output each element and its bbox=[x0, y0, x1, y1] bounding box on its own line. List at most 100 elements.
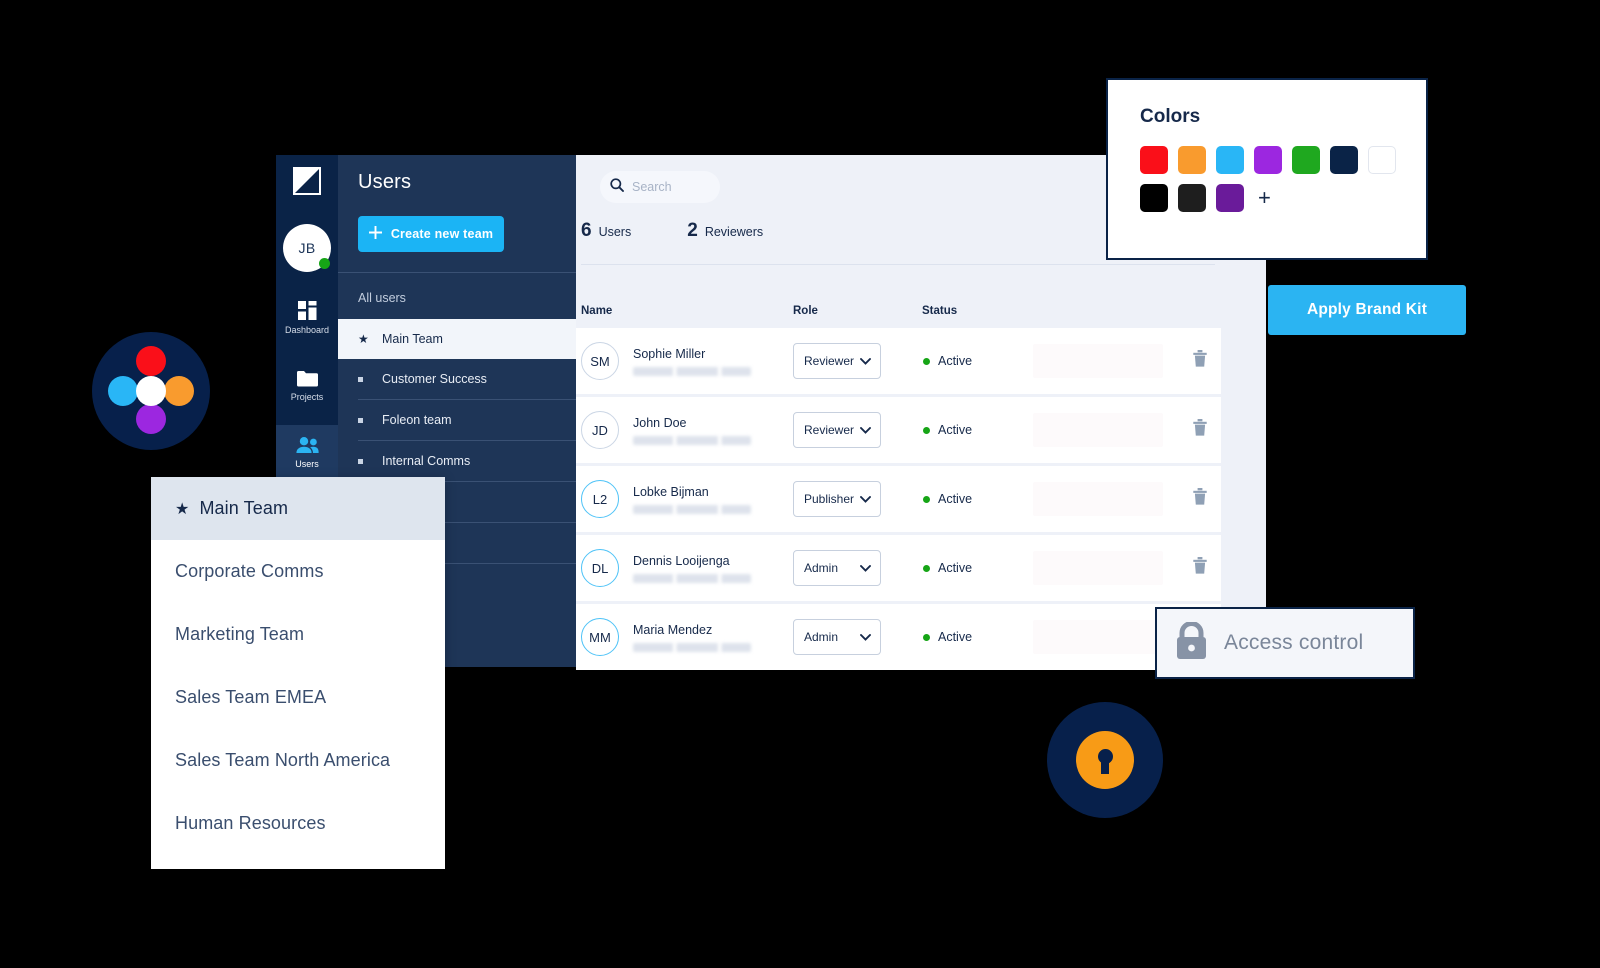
trash-icon[interactable] bbox=[1193, 488, 1207, 510]
create-new-team-button[interactable]: Create new team bbox=[358, 216, 504, 252]
status-badge: Active bbox=[923, 630, 1033, 644]
color-wheel-circle bbox=[92, 332, 210, 450]
content-divider bbox=[581, 264, 1215, 265]
status-dot bbox=[923, 426, 930, 434]
chevron-down-icon bbox=[860, 354, 871, 368]
dropdown-item-label: Marketing Team bbox=[175, 624, 305, 644]
status-label: Active bbox=[938, 630, 973, 644]
color-swatch-dark-purple[interactable] bbox=[1216, 184, 1244, 212]
sidebar-item-projects[interactable]: Projects bbox=[276, 358, 338, 414]
team-item-label: Foleon team bbox=[382, 413, 452, 427]
color-swatch-light-blue[interactable] bbox=[1216, 146, 1244, 174]
status-badge: Active bbox=[923, 423, 1033, 437]
user-name: John Doe bbox=[633, 416, 687, 430]
table-row[interactable]: L2 Lobke Bijman Publisher Active bbox=[576, 466, 1221, 532]
team-item-main-team[interactable]: ★ Main Team bbox=[338, 319, 576, 359]
color-swatch-purple[interactable] bbox=[1254, 146, 1282, 174]
role-select[interactable]: Reviewer bbox=[793, 412, 881, 448]
color-swatch-white[interactable] bbox=[1368, 146, 1396, 174]
team-item-foleon-team[interactable]: Foleon team bbox=[338, 400, 576, 440]
stats-row: 6 Users 2 Reviewers bbox=[581, 220, 763, 242]
add-color-icon[interactable]: + bbox=[1258, 184, 1271, 212]
role-select-value: Admin bbox=[804, 630, 839, 644]
color-wheel-dot-blue bbox=[108, 376, 138, 406]
role-select[interactable]: Admin bbox=[793, 550, 881, 586]
trash-icon[interactable] bbox=[1193, 419, 1207, 441]
dropdown-item-main-team[interactable]: ★ Main Team bbox=[151, 477, 445, 540]
square-bullet-icon bbox=[358, 417, 382, 423]
apply-brand-kit-button[interactable]: Apply Brand Kit bbox=[1268, 285, 1466, 335]
colors-card: Colors + bbox=[1106, 78, 1428, 260]
color-wheel-dot-white bbox=[136, 376, 166, 406]
avatar[interactable]: JB bbox=[283, 224, 331, 272]
user-name-cell: Maria Mendez bbox=[633, 622, 793, 652]
access-control-badge[interactable]: Access control bbox=[1155, 607, 1415, 679]
user-email-redacted bbox=[633, 643, 751, 652]
chevron-down-icon bbox=[860, 630, 871, 644]
dashboard-icon bbox=[297, 301, 317, 320]
avatar-initials: JD bbox=[592, 422, 608, 438]
square-bullet-icon bbox=[358, 376, 382, 382]
sidebar-item-dashboard[interactable]: Dashboard bbox=[276, 290, 338, 346]
role-select-value: Reviewer bbox=[804, 423, 855, 437]
team-item-label: Customer Success bbox=[382, 372, 487, 386]
user-name-cell: John Doe bbox=[633, 415, 793, 445]
status-label: Active bbox=[938, 354, 973, 368]
color-swatch-navy[interactable] bbox=[1330, 146, 1358, 174]
role-select[interactable]: Reviewer bbox=[793, 343, 881, 379]
color-swatch-dark-gray[interactable] bbox=[1178, 184, 1206, 212]
team-item-label: Main Team bbox=[382, 332, 443, 346]
status-dot bbox=[923, 633, 930, 641]
avatar: JD bbox=[581, 411, 619, 449]
redacted-cell bbox=[1033, 620, 1163, 654]
role-select[interactable]: Publisher bbox=[793, 481, 881, 517]
table-row[interactable]: DL Dennis Looijenga Admin Active bbox=[576, 535, 1221, 601]
chevron-down-icon bbox=[860, 423, 871, 437]
team-dropdown: ★ Main Team Corporate Comms Marketing Te… bbox=[151, 477, 445, 869]
team-item-customer-success[interactable]: Customer Success bbox=[338, 359, 576, 399]
user-name: Sophie Miller bbox=[633, 347, 706, 361]
chevron-down-icon bbox=[860, 492, 871, 506]
folder-icon bbox=[296, 370, 318, 387]
avatar: L2 bbox=[581, 480, 619, 518]
role-select[interactable]: Admin bbox=[793, 619, 881, 655]
team-item-label: Internal Comms bbox=[382, 454, 471, 468]
table-row[interactable]: MM Maria Mendez Admin Active bbox=[576, 604, 1221, 670]
color-swatch-green[interactable] bbox=[1292, 146, 1320, 174]
avatar-initials: DL bbox=[591, 560, 609, 576]
dropdown-item-marketing-team[interactable]: Marketing Team bbox=[151, 603, 445, 666]
avatar-initials: SM bbox=[590, 353, 610, 369]
dropdown-item-sales-team-emea[interactable]: Sales Team EMEA bbox=[151, 666, 445, 729]
team-item-internal-comms[interactable]: Internal Comms bbox=[338, 441, 576, 481]
trash-icon[interactable] bbox=[1193, 350, 1207, 372]
user-name-cell: Lobke Bijman bbox=[633, 484, 793, 514]
redacted-cell bbox=[1033, 413, 1163, 447]
dropdown-item-human-resources[interactable]: Human Resources bbox=[151, 792, 445, 855]
dropdown-item-corporate-comms[interactable]: Corporate Comms bbox=[151, 540, 445, 603]
star-icon: ★ bbox=[358, 332, 369, 346]
dropdown-item-sales-team-north-america[interactable]: Sales Team North America bbox=[151, 729, 445, 792]
teams-header: Users Create new team bbox=[338, 155, 576, 252]
create-new-team-label: Create new team bbox=[390, 227, 494, 241]
color-swatch-orange[interactable] bbox=[1178, 146, 1206, 174]
color-wheel-dot-orange bbox=[164, 376, 194, 406]
foleon-logo[interactable] bbox=[293, 167, 321, 195]
star-icon: ★ bbox=[175, 500, 190, 518]
column-header-name: Name bbox=[581, 305, 613, 317]
search-field[interactable] bbox=[600, 171, 720, 203]
avatar-initials: JB bbox=[298, 240, 316, 256]
table-row[interactable]: JD John Doe Reviewer Active bbox=[576, 397, 1221, 463]
search-input[interactable] bbox=[632, 180, 712, 194]
stat-reviewers-count: 2 bbox=[687, 220, 698, 241]
color-swatch-black[interactable] bbox=[1140, 184, 1168, 212]
sidebar-item-users[interactable]: Users bbox=[276, 425, 338, 481]
table-row[interactable]: SM Sophie Miller Reviewer Active bbox=[576, 328, 1221, 394]
status-label: Active bbox=[938, 561, 973, 575]
stat-users-label: Users bbox=[598, 225, 632, 239]
online-status-dot bbox=[319, 258, 330, 269]
trash-icon[interactable] bbox=[1193, 557, 1207, 579]
lock-icon bbox=[1175, 620, 1208, 665]
color-swatch-red[interactable] bbox=[1140, 146, 1168, 174]
role-select-value: Publisher bbox=[804, 492, 855, 506]
dropdown-item-label: Sales Team EMEA bbox=[175, 687, 327, 707]
